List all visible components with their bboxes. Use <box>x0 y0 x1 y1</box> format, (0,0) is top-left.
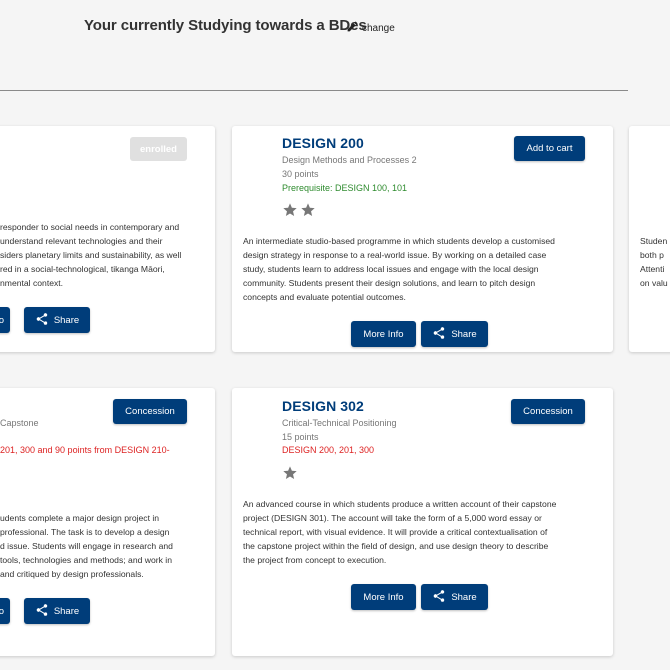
description-line: study, students learn to address local i… <box>243 264 539 274</box>
more-info-button[interactable]: fo <box>0 307 10 333</box>
course-description: An advanced course in which students pro… <box>243 497 603 567</box>
description-line: d issue. Students will engage in researc… <box>0 541 173 551</box>
description-line: design strategy in response to a real-wo… <box>243 250 547 260</box>
course-code: DESIGN 200 <box>282 135 364 151</box>
description-line: Attenti <box>640 264 665 274</box>
description-line: An intermediate studio-based programme i… <box>243 236 555 246</box>
description-line: understand relevant technologies and the… <box>0 236 163 246</box>
more-info-button[interactable]: More Info <box>351 321 416 347</box>
course-card: Capstone 201, 300 and 90 points from DES… <box>0 388 215 656</box>
page-title: Your currently Studying towards a BDes <box>84 17 367 34</box>
change-link[interactable]: change <box>346 20 395 36</box>
description-line: An advanced course in which students pro… <box>243 499 557 509</box>
page-header: Your currently Studying towards a BDes c… <box>0 0 670 92</box>
change-label: change <box>362 22 395 34</box>
share-label: Share <box>53 314 80 326</box>
description-line: concepts and evaluate potential outcomes… <box>243 292 406 302</box>
description-line: technical report, with visual evidence. … <box>243 527 548 537</box>
share-button[interactable]: Share <box>24 307 90 333</box>
share-icon <box>432 589 446 606</box>
share-label: Share <box>451 328 477 340</box>
pencil-icon <box>346 20 359 36</box>
description-line: red in a social-technological, tikanga M… <box>0 264 165 274</box>
course-prerequisite: Prerequisite: DESIGN 100, 101 <box>282 183 408 193</box>
share-icon <box>35 312 49 329</box>
course-points: 15 points <box>282 432 319 442</box>
rating-stars <box>282 202 316 223</box>
star-icon <box>300 202 316 223</box>
rating-stars <box>282 465 298 486</box>
description-line: both p <box>640 250 664 260</box>
course-description: responder to social needs in contemporar… <box>0 220 205 290</box>
description-line: and critiqued by design professionals. <box>0 569 144 579</box>
course-prerequisite: DESIGN 200, 201, 300 <box>282 445 375 455</box>
course-prerequisite: 201, 300 and 90 points from DESIGN 210- <box>0 445 170 455</box>
more-info-button[interactable]: fo <box>0 598 10 624</box>
course-card: enrolled responder to social needs in co… <box>0 126 215 352</box>
description-line: Studen <box>640 236 668 246</box>
header-divider <box>0 90 628 91</box>
share-icon <box>432 326 446 343</box>
share-label: Share <box>53 605 80 617</box>
description-line: udents complete a major design project i… <box>0 513 160 523</box>
course-points: 30 points <box>282 169 319 179</box>
share-button[interactable]: Share <box>24 598 90 624</box>
description-line: nmental context. <box>0 278 64 288</box>
share-button[interactable]: Share <box>421 584 488 610</box>
course-description: udents complete a major design project i… <box>0 511 205 581</box>
more-info-label: fo <box>0 314 4 326</box>
course-description: An intermediate studio-based programme i… <box>243 234 603 304</box>
concession-button[interactable]: Concession <box>113 399 187 424</box>
description-line: tools, technologies and methods; and wor… <box>0 555 172 565</box>
star-icon <box>282 202 298 223</box>
course-description: Studen both p Attenti on valu <box>640 234 670 290</box>
course-code: DESIGN 302 <box>282 398 364 414</box>
course-title: Design Methods and Processes 2 <box>282 155 417 165</box>
course-title: Critical-Technical Positioning <box>282 418 397 428</box>
enrolled-button: enrolled <box>130 137 187 161</box>
description-line: responder to social needs in contemporar… <box>0 222 180 232</box>
more-info-button[interactable]: More Info <box>351 584 416 610</box>
description-line: the capstone project within the field of… <box>243 541 549 551</box>
star-icon <box>282 465 298 486</box>
share-label: Share <box>451 591 477 603</box>
course-card: Studen both p Attenti on valu <box>629 126 670 352</box>
more-info-label: fo <box>0 605 4 617</box>
share-button[interactable]: Share <box>421 321 488 347</box>
course-card: DESIGN 200 Design Methods and Processes … <box>232 126 613 352</box>
description-line: the project from concept to execution. <box>243 555 387 565</box>
concession-button[interactable]: Concession <box>511 399 585 424</box>
description-line: professional. The task is to develop a d… <box>0 527 170 537</box>
course-title: Capstone <box>0 418 39 428</box>
share-icon <box>35 603 49 620</box>
add-to-cart-button[interactable]: Add to cart <box>514 136 585 161</box>
description-line: on valu <box>640 278 668 288</box>
description-line: siders planetary limits and sustainabili… <box>0 250 182 260</box>
course-card: DESIGN 302 Critical-Technical Positionin… <box>232 388 613 656</box>
description-line: project (DESIGN 301). The account will t… <box>243 513 542 523</box>
description-line: community. Students present their design… <box>243 278 536 288</box>
